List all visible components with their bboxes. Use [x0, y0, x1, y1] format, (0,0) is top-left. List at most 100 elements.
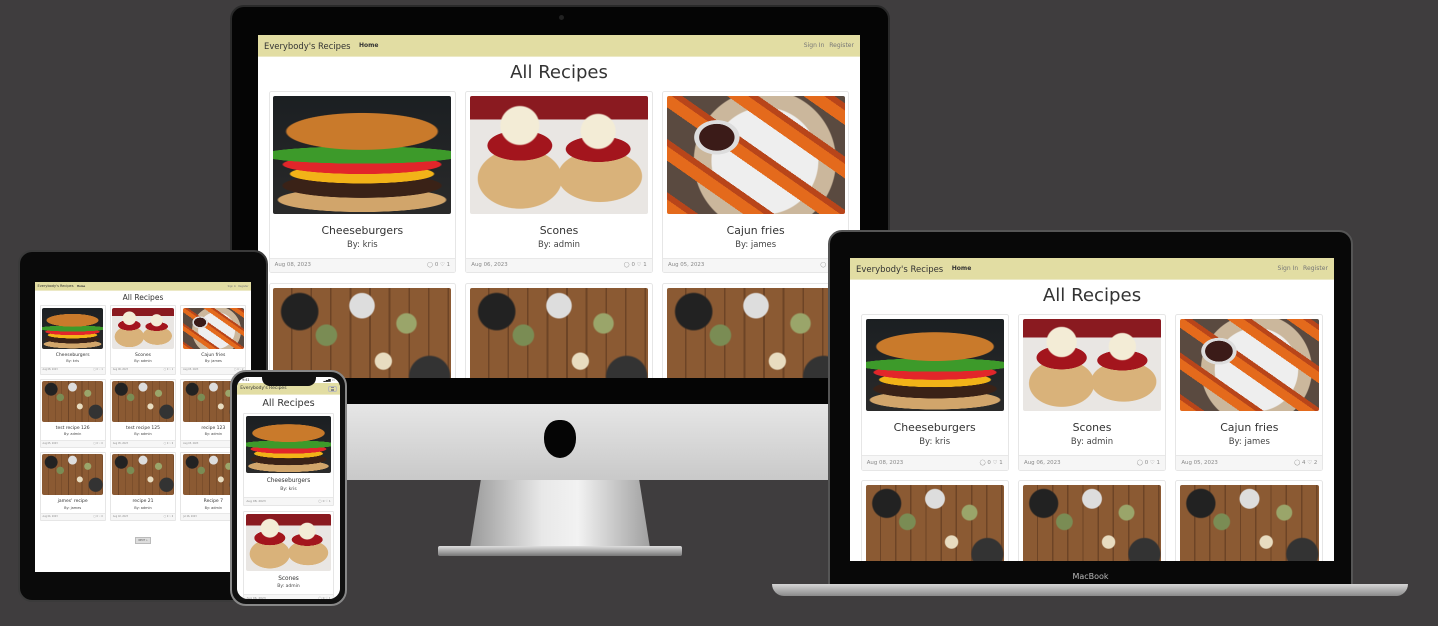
recipe-card[interactable] [662, 283, 850, 380]
heart-icon: ♡ [1149, 459, 1157, 466]
recipe-date: Aug 05, 2023 [112, 441, 128, 445]
recipe-image[interactable] [470, 95, 648, 215]
recipe-card[interactable]: Scones By: admin Aug 06, 2023 ◯ 0 ♡ 1 [1018, 314, 1166, 471]
recipe-title[interactable]: test recipe 126 [41, 426, 105, 431]
recipe-card[interactable]: Cajun friesBy: jamesAug 05, 2023◯ 4 ♡ 2 [1175, 314, 1324, 471]
recipe-title[interactable]: Scones [244, 576, 333, 583]
recipe-card[interactable]: Scones By: admin Aug 06, 2023 ◯ 0 ♡ 1 [109, 305, 177, 375]
recipe-card[interactable]: Cajun friesBy: jamesAug 05, 2023◯ 4 ♡ 2 [662, 90, 850, 274]
recipe-author: By: kris [347, 239, 378, 250]
recipe-stats: ◯ 0 ♡ 0 [93, 442, 103, 446]
nav-home[interactable]: Home [77, 285, 85, 288]
recipe-title[interactable]: Cajun fries [1176, 421, 1322, 434]
recipe-image[interactable] [1022, 318, 1162, 412]
brand-link[interactable]: Everybody's Recipes [264, 41, 351, 51]
recipe-image[interactable] [42, 454, 104, 496]
nav-register[interactable]: Register [238, 285, 248, 288]
recipe-date: Jul 26, 2023 [183, 514, 197, 518]
recipe-image[interactable] [1180, 318, 1319, 412]
recipe-image[interactable] [666, 95, 845, 215]
recipe-author: By: james [64, 505, 82, 510]
recipe-card[interactable]: Cheeseburgers By: kris Aug 08, 2023 ◯ 0 ♡ 1 [39, 305, 106, 375]
page-title: All Recipes [1042, 285, 1142, 307]
recipe-image[interactable] [112, 307, 174, 349]
recipe-card[interactable] [860, 480, 1009, 561]
recipe-image[interactable] [42, 307, 104, 349]
recipe-image[interactable] [112, 454, 174, 496]
recipe-card[interactable]: Cheeseburgers By: kris Aug 08, 2023 ◯ 0 ♡ 1 [242, 413, 335, 506]
recipe-title[interactable]: james' recipe [41, 499, 105, 504]
recipe-author: By: admin [134, 359, 152, 364]
recipe-card[interactable]: recipe 21 By: admin Aug 02, 2023 ◯ 0 ♡ 0 [109, 451, 177, 522]
brand-link[interactable]: Everybody's Recipes [240, 386, 286, 391]
recipe-image[interactable] [1180, 484, 1319, 561]
recipe-image[interactable] [112, 381, 174, 422]
nav-sign-in[interactable]: Sign In [804, 42, 825, 49]
recipe-card[interactable]: Cheeseburgers By: kris Aug 08, 2023 ◯ 0 ♡ 1 [268, 90, 456, 274]
recipe-card[interactable] [268, 283, 456, 380]
recipe-image[interactable] [42, 381, 104, 422]
recipe-title[interactable]: Scones [111, 353, 175, 358]
recipe-stats: ◯ 0 ♡ 1 [427, 262, 450, 269]
recipe-card[interactable]: Scones By: admin Aug 06, 2023 ◯ 0 ♡ 1 [465, 90, 653, 274]
brand-link[interactable]: Everybody's Recipes [856, 264, 943, 274]
brand-link[interactable]: Everybody's Recipes [38, 284, 74, 288]
like-count: 0 [171, 441, 174, 445]
nav-home[interactable]: Home [952, 265, 972, 272]
recipe-image[interactable] [273, 95, 452, 215]
recipe-title[interactable]: Scones [1019, 421, 1165, 434]
recipe-author: By: kris [919, 436, 951, 447]
recipe-image[interactable] [245, 513, 332, 572]
recipe-image[interactable] [666, 287, 845, 380]
recipe-stats: ◯ 4 ♡ 2 [1294, 460, 1317, 467]
card-footer: Aug 06, 2023 ◯ 0 ♡ 1 [1019, 454, 1165, 470]
nav-register[interactable]: Register [1303, 265, 1328, 272]
like-count: 1 [999, 459, 1003, 466]
recipe-image[interactable] [273, 287, 452, 380]
recipe-title[interactable]: Cheeseburgers [862, 421, 1008, 434]
comment-icon: ◯ [427, 262, 435, 269]
recipe-title[interactable]: Cheeseburgers [270, 224, 455, 237]
next-page-button[interactable]: NEXT » [135, 537, 151, 545]
recipe-title[interactable]: recipe 21 [111, 499, 175, 504]
card-footer: Aug 05, 2023 ◯ 0 ♡ 0 [110, 440, 176, 447]
recipe-title[interactable]: Scones [466, 224, 651, 237]
recipe-stats: ◯ 0 ♡ 1 [164, 368, 174, 372]
recipe-card[interactable]: Scones By: admin Aug 06, 2023 ◯ 0 ♡ 1 [242, 511, 335, 599]
comment-icon: ◯ [623, 262, 632, 269]
card-footer: Aug 08, 2023 ◯ 0 ♡ 1 [40, 366, 105, 374]
recipe-date: Aug 05, 2023 [183, 441, 199, 445]
nav-sign-in[interactable]: Sign In [228, 285, 237, 288]
recipe-card[interactable] [1018, 480, 1166, 561]
nav-home[interactable]: Home [359, 42, 379, 49]
recipe-title[interactable]: test recipe 125 [111, 426, 175, 431]
recipe-image[interactable] [182, 307, 244, 349]
recipe-author: By: james [735, 239, 777, 250]
recipe-stats: ◯ 0 ♡ 1 [624, 262, 647, 269]
recipe-card[interactable]: james' recipe By: james Aug 04, 2023 ◯ 0 ♡ … [39, 451, 106, 522]
recipe-image[interactable] [470, 287, 648, 380]
recipe-card[interactable]: test recipe 125 By: admin Aug 05, 2023 ◯ 0 … [109, 378, 177, 448]
recipe-image[interactable] [865, 484, 1004, 561]
recipe-card[interactable]: test recipe 126 By: admin Aug 05, 2023 ◯ 0 … [39, 378, 106, 448]
recipe-image[interactable] [865, 318, 1004, 412]
recipe-date: Aug 08, 2023 [866, 459, 904, 466]
menu-toggle-icon[interactable] [328, 386, 337, 392]
recipe-title[interactable]: Cajun fries [663, 224, 848, 237]
recipe-image[interactable] [1022, 484, 1162, 561]
recipe-card[interactable]: Cajun friesBy: jamesAug 05, 2023◯ 4 ♡ 2 [180, 305, 247, 375]
recipe-date: Aug 05, 2023 [183, 368, 199, 372]
recipe-title[interactable]: Cheeseburgers [41, 353, 105, 358]
nav-register[interactable]: Register [829, 42, 854, 49]
recipe-image[interactable] [245, 416, 332, 474]
tablet-screen: Everybody's Recipes Home Sign In Register Al… [35, 282, 251, 572]
recipe-title[interactable]: Cajun fries [181, 353, 245, 358]
recipe-stats: ◯ 0 ♡ 1 [318, 499, 330, 503]
comment-icon: ◯ [1294, 459, 1303, 466]
recipe-card[interactable]: Cheeseburgers By: kris Aug 08, 2023 ◯ 0 ♡ 1 [860, 314, 1009, 471]
recipe-title[interactable]: Cheeseburgers [244, 478, 333, 485]
recipe-card[interactable] [1175, 480, 1324, 561]
recipe-card[interactable] [465, 283, 653, 380]
recipe-author: By: kris [280, 486, 297, 492]
nav-sign-in[interactable]: Sign In [1277, 265, 1298, 272]
